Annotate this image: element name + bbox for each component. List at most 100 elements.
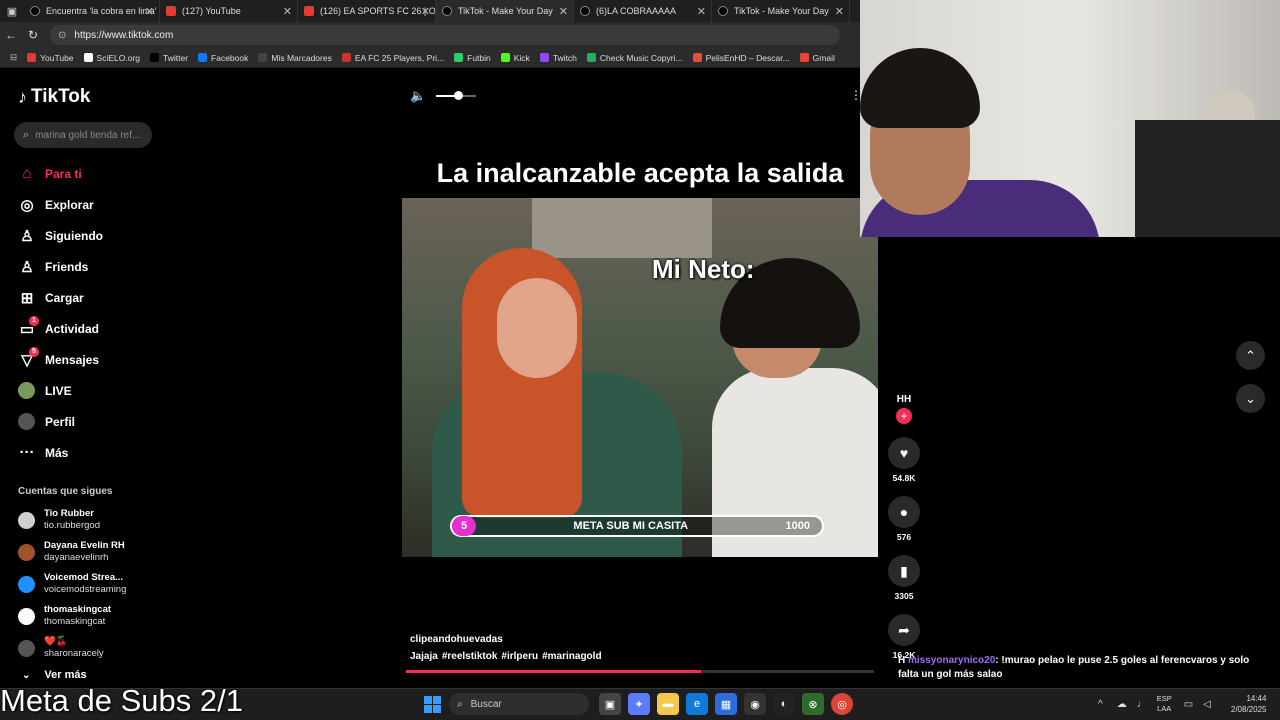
comment-button[interactable]: ● <box>888 496 920 528</box>
previous-video-button[interactable]: ⌃ <box>1236 341 1265 370</box>
bookmark-favicon-icon <box>150 53 159 62</box>
hashtag-link[interactable]: #reelstiktok <box>442 651 498 662</box>
sidebar-item-más[interactable]: ··· Más <box>18 437 103 468</box>
hashtag-link[interactable]: #irlperu <box>501 651 538 662</box>
edge-icon[interactable]: e <box>686 693 708 715</box>
sidebar-item-friends[interactable]: ♙ Friends <box>18 251 103 282</box>
language-indicator[interactable]: ESP LAA <box>1157 694 1172 714</box>
network-icon[interactable]: ▭ <box>1184 699 1193 710</box>
bookmark-item[interactable]: Gmail <box>799 53 835 63</box>
bookmark-item[interactable]: Facebook <box>198 53 248 63</box>
bookmark-item[interactable]: Twitch <box>539 53 577 63</box>
creator-avatar[interactable]: HH <box>888 394 920 405</box>
like-button[interactable]: ♥ <box>888 437 920 469</box>
tiktok-logo[interactable]: ♪ TikTok <box>18 86 90 108</box>
search-input[interactable]: ⌕ marina gold tienda ref... <box>14 122 152 148</box>
sidebar-item-live[interactable]: LIVE <box>18 375 103 406</box>
account-avatar <box>18 511 35 529</box>
sidebar-item-siguiendo[interactable]: ♙ Siguiendo <box>18 220 103 251</box>
bookmark-item[interactable]: PelisEnHD – Descar... <box>692 53 790 63</box>
close-icon[interactable]: ✕ <box>145 5 154 18</box>
following-account[interactable]: Dayana Evelin RH dayanaevelinrh <box>18 536 126 568</box>
xbox-icon[interactable]: ⊗ <box>802 693 824 715</box>
following-account[interactable]: ❤️🍒 sharonaracely <box>18 632 126 664</box>
back-icon[interactable]: ← <box>0 28 22 42</box>
taskbar-search[interactable]: ⌕ Buscar <box>449 693 589 715</box>
video-actions: HH + ♥ 54.8K ● 576 ▮ 3305 ➦ 16.2K <box>888 394 920 660</box>
tiktok-logo-text: TikTok <box>31 86 91 107</box>
task-view-icon[interactable]: ▣ <box>599 693 621 715</box>
follow-plus-icon[interactable]: + <box>896 408 912 424</box>
volume-slider[interactable] <box>436 91 477 100</box>
bookmark-item[interactable]: Twitter <box>150 53 188 63</box>
steam-icon[interactable]: ◐ <box>773 693 795 715</box>
video-person-woman-face <box>497 278 577 378</box>
bookmark-item[interactable]: Futbin <box>454 53 491 63</box>
browser-tab[interactable]: TikTok - Make Your Day ✕ <box>436 0 574 22</box>
volume-icon[interactable]: ◁ <box>1203 699 1211 710</box>
close-icon[interactable]: ✕ <box>835 5 844 18</box>
url-field[interactable]: ⊙ https://www.tiktok.com <box>50 25 840 45</box>
video-title: La inalcanzable acepta la salida <box>436 158 844 188</box>
see-more-button[interactable]: ⌄ Ver más <box>22 669 87 681</box>
windows-start-icon[interactable] <box>424 695 441 713</box>
video-author[interactable]: clipeandohuevadas <box>410 634 503 645</box>
site-info-icon[interactable]: ⊙ <box>58 30 66 41</box>
following-account[interactable]: Tio Rubber tio.rubbergod <box>18 504 126 536</box>
browser-tab-label: TikTok - Make Your Day <box>734 6 829 16</box>
search-icon: ⌕ <box>23 128 30 141</box>
bookmark-item[interactable]: Check Music Copyri... <box>586 53 683 63</box>
bookmark-item[interactable]: Mis Marcadores <box>258 53 332 63</box>
sidebar-item-explorar[interactable]: ◎ Explorar <box>18 189 103 220</box>
following-account[interactable]: Voicemod Strea... voicemodstreaming <box>18 568 126 600</box>
sidebar-item-para-ti[interactable]: ⌂ Para ti <box>18 158 103 189</box>
sidebar-item-cargar[interactable]: ⊞ Cargar <box>18 282 103 313</box>
taskbar-clock[interactable]: 14:44 2/08/2025 <box>1231 693 1267 715</box>
chrome-icon[interactable]: ◎ <box>831 693 853 715</box>
volume-control[interactable]: 🔈 <box>410 88 477 104</box>
browser-tab[interactable]: (126) EA SPORTS FC 26 | Of ✕ <box>298 0 436 22</box>
app-icon[interactable]: ◉ <box>744 693 766 715</box>
browser-tab-label: Encuentra 'la cobra en lima' <box>46 6 157 16</box>
tab-actions-icon[interactable]: ▣ <box>0 0 24 22</box>
account-handle: dayanaevelinrh <box>44 552 109 563</box>
save-button[interactable]: ▮ <box>888 555 920 587</box>
reload-icon[interactable]: ↻ <box>22 28 44 42</box>
sidebar-item-mensajes[interactable]: ▽ 5 Mensajes <box>18 344 103 375</box>
browser-tab[interactable]: (6)LA COBRAAAAA ✕ <box>574 0 712 22</box>
hashtag-link[interactable]: #marinagold <box>542 651 601 662</box>
bookmark-item[interactable]: SciELO.org <box>83 53 140 63</box>
speaker-icon[interactable]: 🔈 <box>410 88 426 104</box>
bookmark-favicon-icon <box>27 53 37 62</box>
share-button[interactable]: ➦ <box>888 614 920 646</box>
sidebar-item-actividad[interactable]: ▭ 1 Actividad <box>18 313 103 344</box>
close-icon[interactable]: ✕ <box>283 5 292 18</box>
microphone-icon[interactable]: ♩ <box>1137 699 1147 710</box>
close-icon[interactable]: ✕ <box>421 5 430 18</box>
account-name: Tio Rubber <box>44 508 94 519</box>
video-progress-bar[interactable] <box>406 670 874 673</box>
volume-knob[interactable] <box>454 91 464 100</box>
sidebar-menu: ⌂ Para ti ◎ Explorar ♙ Siguiendo ♙ Friends ⊞ Carg… <box>18 158 103 468</box>
bookmarks-manager-icon[interactable]: ⊟ <box>10 52 17 63</box>
onedrive-icon[interactable]: ☁ <box>1117 699 1127 710</box>
sidebar-item-perfil[interactable]: Perfil <box>18 406 103 437</box>
browser-tab[interactable]: TikTok - Make Your Day ✕ <box>712 0 850 22</box>
store-icon[interactable]: ▦ <box>715 693 737 715</box>
browser-tab[interactable]: (127) YouTube ✕ <box>160 0 298 22</box>
browser-tab[interactable]: Encuentra 'la cobra en lima' ✕ <box>24 0 160 22</box>
close-icon[interactable]: ✕ <box>559 5 568 18</box>
bookmark-item[interactable]: EA FC 25 Players, Pri... <box>341 53 444 63</box>
next-video-button[interactable]: ⌄ <box>1236 384 1265 413</box>
copilot-icon[interactable]: ✦ <box>628 693 650 715</box>
file-explorer-icon[interactable]: ▬ <box>657 693 679 715</box>
clock-date: 2/08/2025 <box>1230 705 1267 714</box>
tiktok-icon <box>718 6 728 16</box>
video-player[interactable]: Mi Neto: 5 META SUB MI CASITA 1000 <box>402 198 878 557</box>
following-account[interactable]: thomaskingcat thomaskingcat <box>18 600 126 632</box>
tray-expand-icon[interactable]: ^ <box>1098 699 1103 710</box>
bookmark-item[interactable]: Kick <box>500 52 530 63</box>
bookmark-label: Kick <box>513 52 530 63</box>
close-icon[interactable]: ✕ <box>697 5 706 18</box>
bookmark-item[interactable]: YouTube <box>27 53 74 63</box>
